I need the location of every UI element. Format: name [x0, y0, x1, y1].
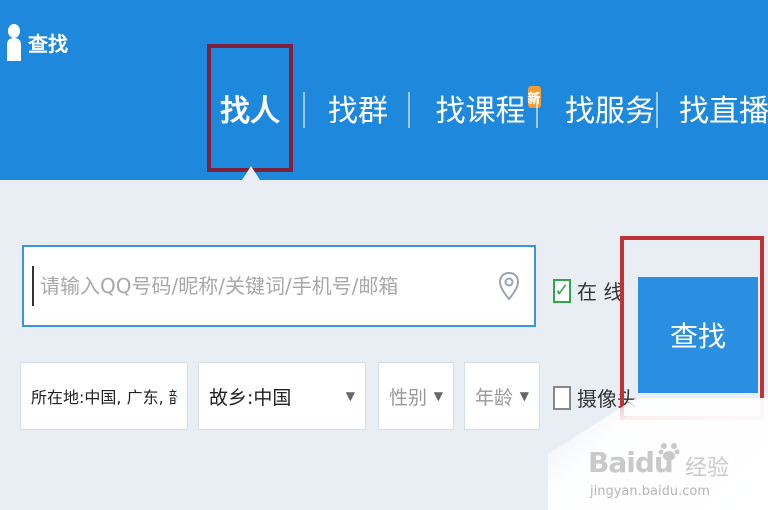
- window-title: 查找: [6, 22, 68, 62]
- person-icon: [7, 24, 21, 61]
- tab-separator: [303, 92, 305, 128]
- gender-placeholder: 性别: [389, 386, 428, 409]
- tab-find-service-label: 找服务: [565, 94, 655, 129]
- tab-find-live[interactable]: 找直播: [679, 46, 768, 170]
- new-badge: 新: [527, 86, 541, 108]
- tab-separator: [656, 92, 658, 128]
- active-tab-caret: [242, 166, 260, 180]
- tab-find-live-label: 找直播: [679, 94, 768, 129]
- search-input[interactable]: [34, 255, 498, 317]
- find-button[interactable]: 查找: [638, 277, 758, 393]
- gender-select[interactable]: 性别 ▼: [378, 362, 454, 430]
- watermark-url: jingyan.baidu.com: [590, 484, 710, 499]
- online-filter[interactable]: ✓ 在 线: [553, 276, 623, 305]
- online-label: 在 线: [577, 280, 624, 304]
- tab-separator: [408, 92, 410, 128]
- tab-find-group[interactable]: 找群: [318, 46, 398, 170]
- location-select[interactable]: 所在地:中国, 广东, 韶关: [20, 362, 188, 430]
- paw-icon: [658, 443, 680, 461]
- tab-find-service[interactable]: 找服务: [560, 46, 660, 170]
- age-placeholder: 年龄: [475, 386, 514, 409]
- dropdown-arrow-icon: ▼: [519, 389, 529, 403]
- dropdown-arrow-icon: ▼: [433, 389, 443, 403]
- tab-find-course-label: 找课程: [435, 94, 526, 129]
- watermark-text: 经验: [685, 456, 730, 481]
- tab-find-course[interactable]: 找课程 新: [435, 46, 541, 170]
- age-select[interactable]: 年龄 ▼: [464, 362, 540, 430]
- tab-highlight-box: [207, 44, 293, 172]
- header-bar: 查找 找人 找群 找课程 新 找服务 找直播: [0, 0, 768, 180]
- tab-separator: [536, 92, 538, 128]
- hometown-value: 故乡:中国: [209, 386, 292, 409]
- find-button-label: 查找: [669, 320, 726, 353]
- dropdown-arrow-icon: ▼: [345, 389, 355, 403]
- search-box[interactable]: [22, 245, 536, 327]
- tab-find-group-label: 找群: [328, 94, 388, 129]
- location-pin-icon[interactable]: [498, 271, 520, 301]
- hometown-select[interactable]: 故乡:中国 ▼: [198, 362, 366, 430]
- camera-checkbox[interactable]: [553, 385, 571, 410]
- location-value: 所在地:中国, 广东, 韶关: [31, 388, 177, 407]
- window-title-text: 查找: [28, 31, 68, 56]
- online-checkbox[interactable]: ✓: [553, 278, 571, 303]
